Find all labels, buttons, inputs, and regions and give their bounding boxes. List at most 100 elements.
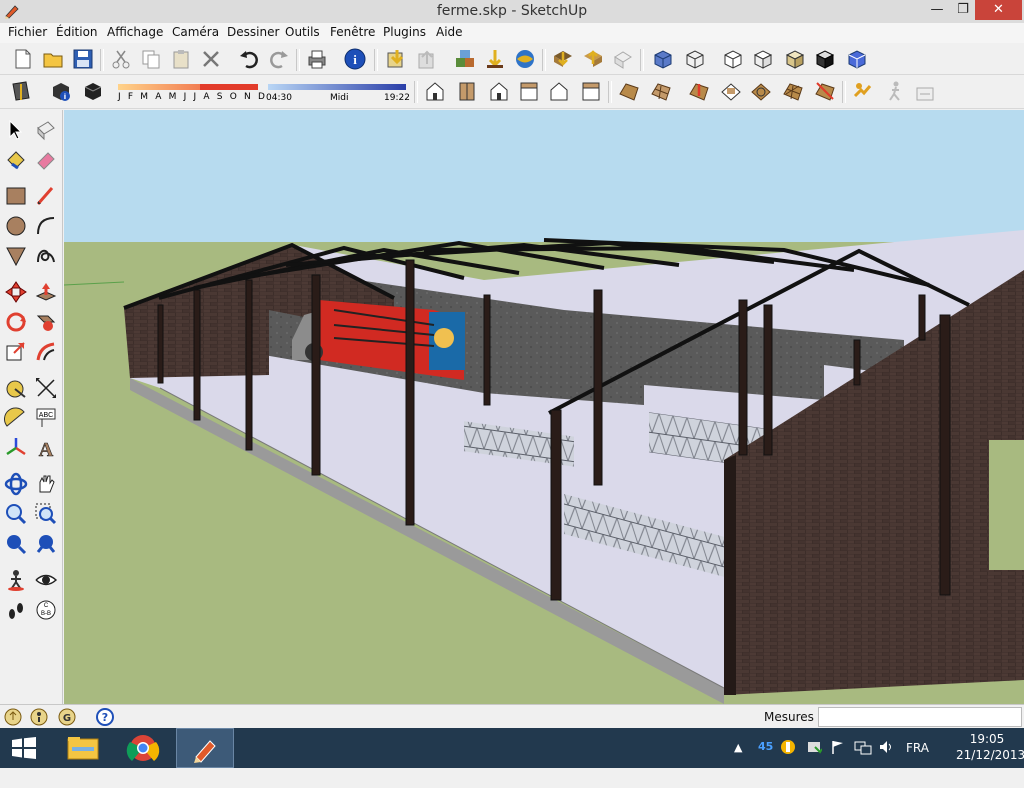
menu-outils[interactable]: Outils [285,25,320,39]
top-view-icon[interactable] [456,80,478,102]
3d-text-icon[interactable]: A [34,436,58,460]
push-pull-icon[interactable] [34,280,58,304]
section-plane-icon[interactable] [10,80,32,102]
add-detail-icon[interactable] [782,80,804,102]
sandbox-from-contours-icon[interactable] [618,80,640,102]
undo-icon[interactable] [238,48,260,70]
maximize-button[interactable]: ❐ [948,0,978,20]
eraser-icon[interactable] [34,148,58,172]
move-icon[interactable] [4,280,28,304]
polygon-icon[interactable] [4,244,28,268]
copy-icon[interactable] [140,48,162,70]
shaded-style-icon[interactable] [752,48,774,70]
dimension-icon[interactable] [34,376,58,400]
walk-icon-2[interactable] [4,598,28,622]
time-slider-track[interactable] [268,84,406,90]
cut-icon[interactable] [110,48,132,70]
front-view-icon[interactable] [488,80,510,102]
orbit-icon[interactable] [4,472,28,496]
save-icon[interactable] [72,48,94,70]
user-icon[interactable]: G [58,708,76,726]
smoove-icon[interactable] [688,80,710,102]
arc-icon[interactable] [34,214,58,238]
menu-dessiner[interactable]: Dessiner [227,25,279,39]
add-location-icon[interactable] [552,48,574,70]
tray-overflow-icon[interactable]: ▲ [734,741,742,781]
display-section-cut-icon[interactable] [82,80,104,102]
select-icon[interactable] [4,118,28,142]
zoom-icon[interactable] [4,502,28,526]
windows-start-icon[interactable] [12,737,36,759]
monochrome-style-icon[interactable] [814,48,836,70]
menu-fichier[interactable]: Fichier [8,25,47,39]
hidden-line-style-icon[interactable] [722,48,744,70]
offset-icon[interactable] [34,340,58,364]
back-edges-style-icon[interactable] [846,48,868,70]
tape-measure-icon[interactable] [4,376,28,400]
sketchup-task-active[interactable] [176,728,234,768]
sandbox-from-scratch-icon[interactable] [650,80,672,102]
credits-icon[interactable] [30,708,48,726]
position-camera-icon-2[interactable] [4,568,28,592]
help-icon[interactable]: ? [96,708,114,726]
zoom-window-icon[interactable] [34,502,58,526]
previous-view-icon[interactable] [34,532,58,556]
make-component-icon[interactable] [34,118,58,142]
paste-icon[interactable] [170,48,192,70]
right-view-icon[interactable] [518,80,540,102]
look-around-icon[interactable] [914,80,936,102]
menu-camera[interactable]: Caméra [172,25,219,39]
follow-me-icon[interactable] [34,310,58,334]
toggle-terrain-icon[interactable] [582,48,604,70]
wireframe-style-icon[interactable] [684,48,706,70]
close-button[interactable]: ✕ [975,0,1022,20]
xray-style-icon[interactable] [652,48,674,70]
flip-edge-icon[interactable] [814,80,836,102]
scale-icon[interactable] [4,340,28,364]
print-icon[interactable] [306,48,328,70]
security-tray-icon[interactable] [806,739,822,755]
tray-app-icon[interactable] [780,739,796,755]
walk-icon[interactable] [884,80,906,102]
rectangle-icon[interactable] [4,184,28,208]
rotate-icon[interactable] [4,310,28,334]
look-around-icon-2[interactable] [34,568,58,592]
zoom-extents-icon[interactable] [4,532,28,556]
position-camera-icon[interactable] [852,80,874,102]
get-photo-icon[interactable] [514,48,536,70]
geo-location-icon[interactable] [4,708,22,726]
left-view-icon[interactable] [580,80,602,102]
month-slider-track-2[interactable] [200,84,258,90]
volume-tray-icon[interactable] [878,739,894,755]
line-icon[interactable] [34,184,58,208]
share-model-icon[interactable] [416,48,438,70]
3d-viewport[interactable] [64,110,1024,704]
drape-icon[interactable] [750,80,772,102]
measurements-input[interactable] [818,707,1022,727]
pan-icon[interactable] [34,472,58,496]
redo-icon[interactable] [268,48,290,70]
iso-view-icon[interactable] [424,80,446,102]
menu-fenetre[interactable]: Fenêtre [330,25,375,39]
freehand-icon[interactable] [34,244,58,268]
erase-icon[interactable] [200,48,222,70]
text-icon[interactable]: ABC [34,406,58,430]
preview-earth-icon[interactable] [612,48,634,70]
menu-aide[interactable]: Aide [436,25,463,39]
open-icon[interactable] [42,48,64,70]
clock-date[interactable]: 21/12/2013 [956,748,1024,788]
new-icon[interactable] [12,48,34,70]
model-info-icon[interactable]: i [344,48,366,70]
menu-edition[interactable]: Édition [56,25,98,39]
textured-style-icon[interactable] [784,48,806,70]
paint-bucket-icon[interactable] [4,148,28,172]
menu-plugins[interactable]: Plugins [383,25,426,39]
menu-affichage[interactable]: Affichage [107,25,163,39]
3d-warehouse-icon[interactable] [484,48,506,70]
language-indicator[interactable]: FRA [906,741,929,781]
flag-tray-icon[interactable] [830,739,846,755]
back-view-icon[interactable] [548,80,570,102]
display-section-icon[interactable]: i [50,80,72,102]
chrome-icon[interactable] [116,729,170,767]
component-icon[interactable] [454,48,476,70]
